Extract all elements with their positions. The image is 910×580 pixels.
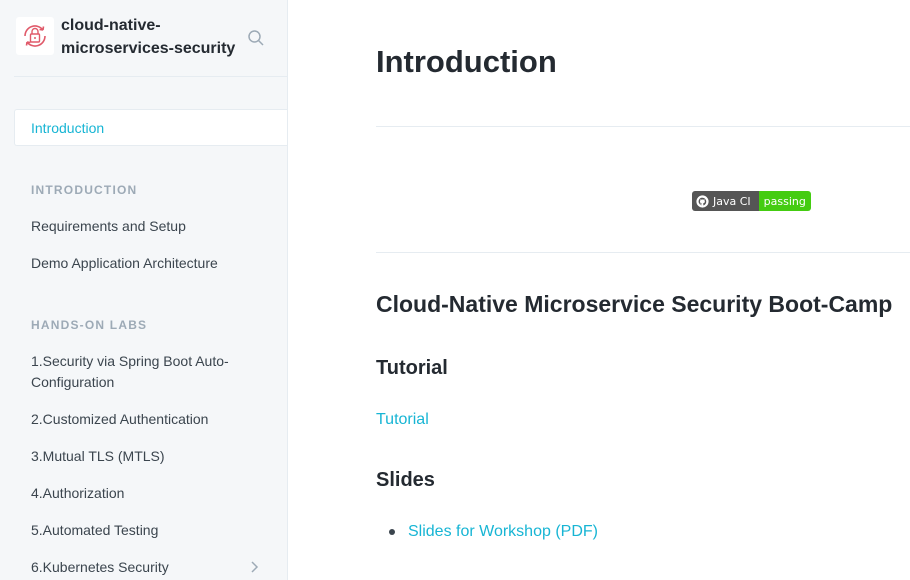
list-bullet (389, 529, 395, 535)
github-icon (696, 194, 709, 208)
section-title-introduction: INTRODUCTION (31, 183, 138, 197)
sidebar-item-lab-2[interactable]: 2.Customized Authentication (31, 409, 261, 430)
sidebar-item-lab-1[interactable]: 1.Security via Spring Boot Auto-Configur… (31, 351, 261, 393)
sidebar-item-label: Introduction (31, 120, 105, 136)
lock-refresh-icon[interactable] (16, 17, 54, 55)
badge-status: passing (758, 191, 811, 211)
tutorial-heading: Tutorial (376, 357, 448, 379)
tutorial-link[interactable]: Tutorial (376, 411, 429, 429)
sidebar-item-lab-3[interactable]: 3.Mutual TLS (MTLS) (31, 446, 261, 467)
section-title-hands-on-labs: HANDS-ON LABS (31, 318, 148, 332)
badge-label: Java CI (713, 194, 751, 208)
divider (376, 252, 910, 253)
brand-title[interactable]: cloud-native-microservices-security (61, 14, 241, 60)
ci-status-badge[interactable]: Java CI passing (692, 191, 811, 211)
sidebar-item-lab-6[interactable]: 6.Kubernetes Security (31, 557, 261, 578)
slides-pdf-link[interactable]: Slides for Workshop (PDF) (408, 523, 598, 541)
badge-label-section: Java CI (692, 191, 759, 211)
sidebar-item-lab-5[interactable]: 5.Automated Testing (31, 520, 261, 541)
brand-header: cloud-native-microservices-security (14, 12, 287, 77)
sidebar: cloud-native-microservices-security Intr… (0, 0, 288, 580)
divider (376, 126, 910, 127)
sidebar-item-introduction[interactable]: Introduction (14, 109, 287, 146)
search-icon[interactable] (247, 29, 265, 47)
slides-heading: Slides (376, 469, 435, 491)
sidebar-item-architecture[interactable]: Demo Application Architecture (31, 253, 261, 274)
sidebar-item-requirements[interactable]: Requirements and Setup (31, 216, 261, 237)
chevron-right-icon[interactable] (248, 560, 260, 574)
page-title: Introduction (376, 44, 557, 79)
sidebar-item-lab-4[interactable]: 4.Authorization (31, 483, 261, 504)
section-heading: Cloud-Native Microservice Security Boot-… (376, 291, 893, 317)
